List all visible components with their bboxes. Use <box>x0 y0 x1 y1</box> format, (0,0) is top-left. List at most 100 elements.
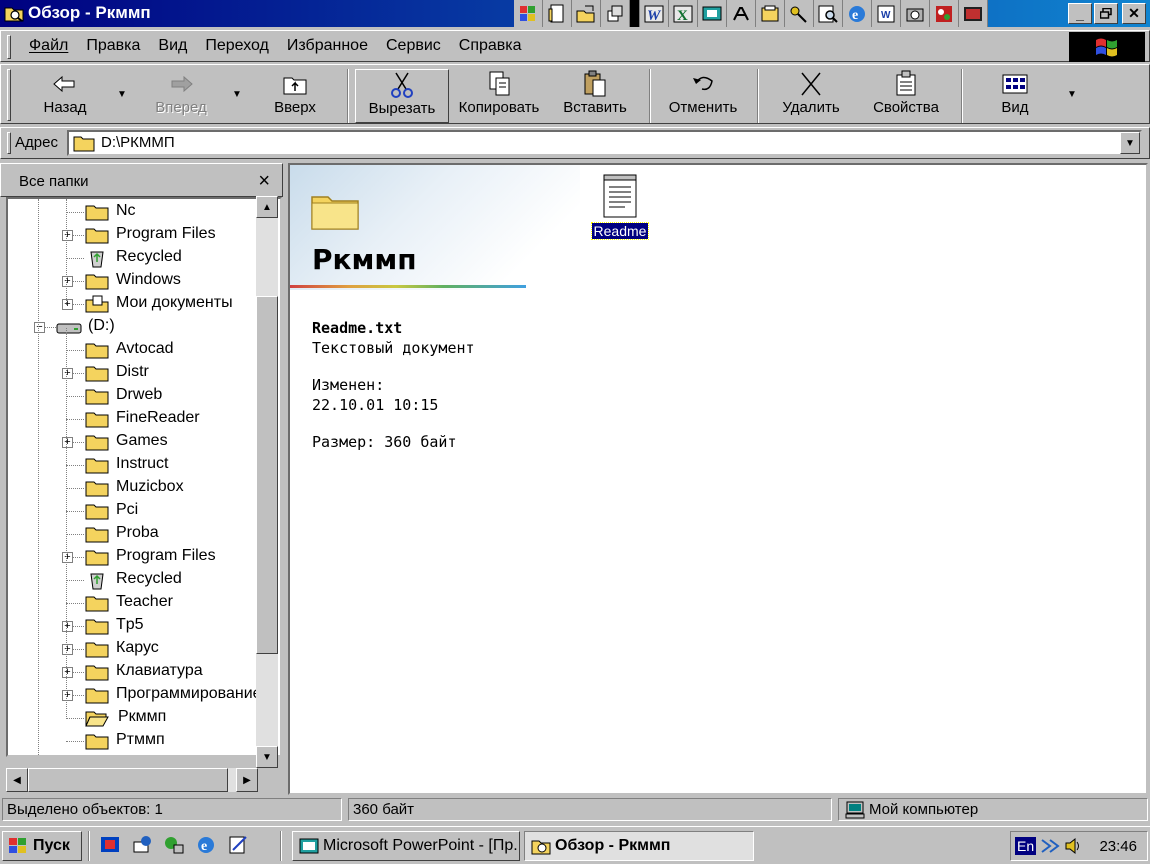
excel-icon[interactable]: X <box>669 0 698 27</box>
tree-item[interactable]: Recycled <box>8 569 278 592</box>
word-document-icon[interactable]: W <box>872 0 901 27</box>
minimize-button[interactable]: _ <box>1068 3 1092 24</box>
expand-icon[interactable]: + <box>62 368 73 379</box>
menu-grip[interactable] <box>7 35 11 59</box>
forward-button[interactable]: Вперед <box>141 69 221 123</box>
title-bar[interactable]: Обзор - Ркммп W X e W _ ✕ <box>0 0 1150 27</box>
close-button[interactable]: ✕ <box>1122 3 1146 24</box>
shortcut-icon[interactable] <box>601 0 630 27</box>
access-icon[interactable] <box>727 0 756 27</box>
properties-button[interactable]: Свойства <box>863 69 949 123</box>
address-dropdown-button[interactable]: ▼ <box>1120 132 1140 154</box>
hscroll-thumb[interactable] <box>28 768 228 792</box>
tree-item[interactable]: Nc <box>8 201 278 224</box>
network-status-icon[interactable] <box>1040 836 1062 856</box>
show-desktop-icon[interactable] <box>96 831 124 859</box>
task-powerpoint[interactable]: Microsoft PowerPoint - [Пр... <box>292 831 520 861</box>
tree-horizontal-scrollbar[interactable]: ◀ ▶ <box>6 768 258 792</box>
expand-icon[interactable]: + <box>62 230 73 241</box>
open-document-icon[interactable] <box>572 0 601 27</box>
view-button[interactable]: Вид <box>977 69 1053 123</box>
task-explorer[interactable]: Обзор - Ркммп <box>524 831 754 861</box>
scroll-up-button[interactable]: ▲ <box>256 196 278 218</box>
scroll-right-button[interactable]: ▶ <box>236 768 258 792</box>
address-input[interactable]: D:\РКММП ▼ <box>67 130 1142 156</box>
game-icon[interactable] <box>930 0 959 27</box>
start-button[interactable]: Пуск <box>2 831 82 861</box>
back-button[interactable]: Назад <box>25 69 105 123</box>
word-icon[interactable]: W <box>640 0 669 27</box>
tree-item[interactable]: Teacher <box>8 592 278 615</box>
camera-icon[interactable] <box>901 0 930 27</box>
menu-go[interactable]: Переход <box>205 37 269 55</box>
expand-icon[interactable]: + <box>62 621 73 632</box>
up-button[interactable]: Вверх <box>255 69 335 123</box>
tree-vertical-scrollbar[interactable]: ▲ ▼ <box>256 196 278 768</box>
tree-item[interactable]: + Program Files <box>8 546 278 569</box>
menu-view[interactable]: Вид <box>158 37 187 55</box>
paste-button[interactable]: Вставить <box>555 69 635 123</box>
network-icon[interactable] <box>160 831 188 859</box>
tree-item[interactable]: Recycled <box>8 247 278 270</box>
tree-item[interactable]: + Games <box>8 431 278 454</box>
media-player-icon[interactable] <box>959 0 988 27</box>
undo-button[interactable]: Отменить <box>661 69 745 123</box>
ie-quicklaunch-icon[interactable]: e <box>192 831 220 859</box>
scroll-thumb[interactable] <box>256 296 278 654</box>
restore-button[interactable] <box>1094 3 1118 24</box>
scroll-left-button[interactable]: ◀ <box>6 768 28 792</box>
delete-button[interactable]: Удалить <box>771 69 851 123</box>
file-item-readme[interactable]: Readme <box>588 171 652 240</box>
outlook-express-icon[interactable] <box>128 831 156 859</box>
tree-item[interactable]: + Distr <box>8 362 278 385</box>
tree-item[interactable]: Pci <box>8 500 278 523</box>
tree-item[interactable]: + Карус <box>8 638 278 661</box>
expand-icon[interactable]: + <box>62 276 73 287</box>
office-logo-icon[interactable] <box>514 0 543 27</box>
expand-icon[interactable]: + <box>62 437 73 448</box>
cut-button[interactable]: Вырезать <box>355 69 449 123</box>
address-grip[interactable] <box>7 132 11 154</box>
tree-item[interactable]: + Программирование <box>8 684 278 707</box>
expand-icon[interactable]: + <box>62 644 73 655</box>
forward-dropdown-icon[interactable]: ▼ <box>232 89 242 100</box>
language-indicator[interactable]: En <box>1015 837 1037 855</box>
back-dropdown-icon[interactable]: ▼ <box>117 89 127 100</box>
notepad-icon[interactable] <box>224 831 252 859</box>
volume-icon[interactable] <box>1064 836 1082 856</box>
tree-item[interactable]: Avtocad <box>8 339 278 362</box>
tree-item[interactable]: + Клавиатура <box>8 661 278 684</box>
collapse-icon[interactable]: − <box>34 322 45 333</box>
toolbar-grip[interactable] <box>7 69 11 121</box>
tree-item[interactable]: − (D:) <box>8 316 278 339</box>
copy-button[interactable]: Копировать <box>453 69 545 123</box>
keys-icon[interactable] <box>785 0 814 27</box>
tree-item[interactable]: Ркммп <box>8 707 278 730</box>
tree-item[interactable]: Ртммп <box>8 730 278 753</box>
expand-icon[interactable]: + <box>62 552 73 563</box>
expand-icon[interactable]: + <box>62 299 73 310</box>
view-dropdown-icon[interactable]: ▼ <box>1067 89 1077 100</box>
binder-icon[interactable] <box>756 0 785 27</box>
tree-item[interactable]: + Tp5 <box>8 615 278 638</box>
folders-pane-close-button[interactable]: × <box>258 170 270 193</box>
tree-item[interactable]: Proba <box>8 523 278 546</box>
tree-item[interactable]: Принтеры <box>8 753 278 755</box>
menu-file[interactable]: Файл <box>29 37 68 55</box>
tree-item[interactable]: + Windows <box>8 270 278 293</box>
tree-item[interactable]: FineReader <box>8 408 278 431</box>
menu-tools[interactable]: Сервис <box>386 37 441 55</box>
tree-item[interactable]: Instruct <box>8 454 278 477</box>
new-document-icon[interactable] <box>543 0 572 27</box>
expand-icon[interactable]: + <box>62 667 73 678</box>
tree-item[interactable]: + Program Files <box>8 224 278 247</box>
powerpoint-icon[interactable] <box>698 0 727 27</box>
find-icon[interactable] <box>814 0 843 27</box>
expand-icon[interactable]: + <box>62 690 73 701</box>
menu-favorites[interactable]: Избранное <box>287 37 368 55</box>
menu-help[interactable]: Справка <box>459 37 522 55</box>
menu-edit[interactable]: Правка <box>86 37 140 55</box>
tree-item[interactable]: + Мои документы <box>8 293 278 316</box>
internet-explorer-icon[interactable]: e <box>843 0 872 27</box>
tree-item[interactable]: Muzicbox <box>8 477 278 500</box>
